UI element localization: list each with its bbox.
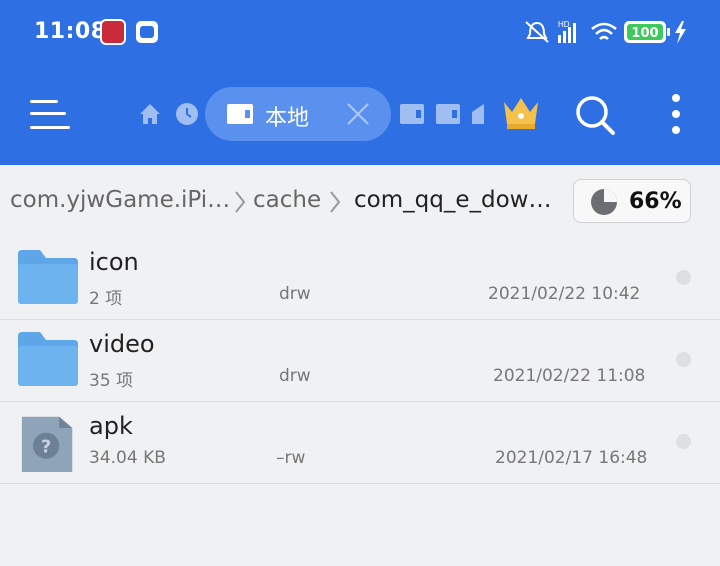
file-permissions: drw <box>279 366 311 386</box>
svg-text:?: ? <box>41 437 51 457</box>
battery-level: 100 <box>631 26 658 41</box>
select-checkbox[interactable] <box>676 434 691 449</box>
home-icon[interactable] <box>138 102 162 126</box>
folder-icon <box>18 332 78 386</box>
more-vertical-icon[interactable] <box>668 92 684 136</box>
search-icon[interactable] <box>574 94 616 136</box>
clock-icon[interactable] <box>175 102 199 126</box>
signal-icon: HD <box>558 20 576 43</box>
unknown-file-icon: ? <box>21 416 73 472</box>
list-item[interactable]: icon 2 项 drw 2021/02/22 10:42 <box>0 238 720 320</box>
folder-icon <box>18 250 78 304</box>
file-date: 2021/02/22 11:08 <box>493 366 646 386</box>
list-item[interactable]: video 35 项 drw 2021/02/22 11:08 <box>0 320 720 402</box>
file-meta: 2 项 <box>89 289 123 309</box>
tab-local[interactable]: 本地 <box>205 87 391 141</box>
pie-chart-icon <box>591 189 617 215</box>
crown-icon[interactable] <box>500 94 542 132</box>
file-name: apk <box>89 412 133 440</box>
tab-sd-card-icon[interactable] <box>400 104 424 124</box>
list-item[interactable]: ? apk 34.04 KB –rw 2021/02/17 16:48 <box>0 402 720 484</box>
file-permissions: –rw <box>276 448 306 468</box>
battery-icon: 100 <box>624 21 670 43</box>
close-icon[interactable] <box>345 101 371 127</box>
file-date: 2021/02/17 16:48 <box>495 448 648 468</box>
menu-icon[interactable] <box>30 98 70 130</box>
tab-sd-card-icon-3[interactable] <box>472 104 484 124</box>
mute-bell-icon <box>525 21 549 43</box>
app-header: 11:08 HD 100 本地 <box>0 0 720 165</box>
file-explorer-app-icon <box>136 21 158 43</box>
game-app-icon <box>100 19 126 45</box>
status-icons: HD 100 <box>525 20 686 44</box>
status-time: 11:08 <box>34 19 107 44</box>
chevron-right-icon <box>330 191 341 213</box>
breadcrumb-item[interactable]: com.yjwGame.iPi… <box>10 187 230 213</box>
file-meta: 35 项 <box>89 371 134 391</box>
select-checkbox[interactable] <box>676 352 691 367</box>
file-meta: 34.04 KB <box>89 448 166 468</box>
charging-icon <box>675 21 686 44</box>
file-name: video <box>89 330 155 358</box>
file-name: icon <box>89 248 139 276</box>
wifi-icon <box>591 22 617 40</box>
file-permissions: drw <box>279 284 311 304</box>
breadcrumb-current[interactable]: com_qq_e_dow… <box>354 187 551 213</box>
tab-sd-card-icon-2[interactable] <box>436 104 460 124</box>
chevron-right-icon <box>235 191 246 213</box>
file-date: 2021/02/22 10:42 <box>488 284 641 304</box>
tab-label: 本地 <box>265 106 310 131</box>
breadcrumb-item[interactable]: cache <box>253 187 321 213</box>
select-checkbox[interactable] <box>676 270 691 285</box>
storage-usage-button[interactable]: 66% <box>573 179 691 223</box>
sd-card-icon <box>227 104 253 124</box>
storage-usage-percent: 66% <box>629 189 682 214</box>
